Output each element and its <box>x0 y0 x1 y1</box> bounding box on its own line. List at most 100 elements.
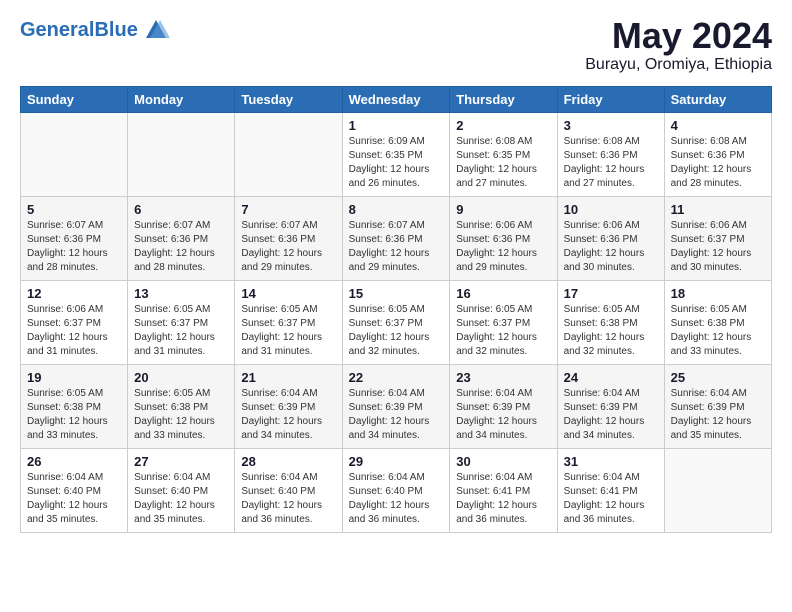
page-container: GeneralBlue May 2024 Burayu, Oromiya, Et… <box>0 0 792 549</box>
calendar-cell: 9 Sunrise: 6:06 AM Sunset: 6:36 PM Daylig… <box>450 196 557 280</box>
calendar-cell: 10Sunrise: 6:06 AM Sunset: 6:36 PM Dayli… <box>557 196 664 280</box>
calendar-header-row: Sunday Monday Tuesday Wednesday Thursday… <box>21 86 772 112</box>
logo-blue: Blue <box>94 19 137 41</box>
calendar-cell: 20Sunrise: 6:05 AM Sunset: 6:38 PM Dayli… <box>128 364 235 448</box>
calendar-cell: 24Sunrise: 6:04 AM Sunset: 6:39 PM Dayli… <box>557 364 664 448</box>
day-info: Sunrise: 6:07 AM Sunset: 6:36 PM Dayligh… <box>349 219 444 275</box>
day-info: Sunrise: 6:07 AM Sunset: 6:36 PM Dayligh… <box>241 219 335 275</box>
day-info: Sunrise: 6:08 AM Sunset: 6:36 PM Dayligh… <box>564 135 658 191</box>
day-info: Sunrise: 6:04 AM Sunset: 6:39 PM Dayligh… <box>349 387 444 443</box>
header-wednesday: Wednesday <box>342 86 450 112</box>
day-info: Sunrise: 6:04 AM Sunset: 6:41 PM Dayligh… <box>456 471 550 527</box>
calendar-cell: 26 Sunrise: 6:04 AM Sunset: 6:40 PM Dayli… <box>21 448 128 532</box>
day-info: Sunrise: 6:05 AM Sunset: 6:38 PM Dayligh… <box>564 303 658 359</box>
calendar-cell: 30 Sunrise: 6:04 AM Sunset: 6:41 PM Dayli… <box>450 448 557 532</box>
day-info: Sunrise: 6:04 AM Sunset: 6:40 PM Dayligh… <box>27 471 121 527</box>
calendar-cell: 19 Sunrise: 6:05 AM Sunset: 6:38 PM Dayli… <box>21 364 128 448</box>
page-subtitle: Burayu, Oromiya, Ethiopia <box>585 56 772 74</box>
page-title: May 2024 <box>585 16 772 56</box>
day-number: 6 <box>134 202 228 217</box>
calendar-cell: 1Sunrise: 6:09 AM Sunset: 6:35 PM Daylig… <box>342 112 450 196</box>
calendar-cell: 25 Sunrise: 6:04 AM Sunset: 6:39 PM Dayli… <box>664 364 771 448</box>
calendar-cell <box>235 112 342 196</box>
day-number: 9 <box>456 202 550 217</box>
calendar-cell: 28 Sunrise: 6:04 AM Sunset: 6:40 PM Dayli… <box>235 448 342 532</box>
day-info: Sunrise: 6:06 AM Sunset: 6:37 PM Dayligh… <box>671 219 765 275</box>
calendar-week-row: 19 Sunrise: 6:05 AM Sunset: 6:38 PM Dayli… <box>21 364 772 448</box>
calendar-cell: 6Sunrise: 6:07 AM Sunset: 6:36 PM Daylig… <box>128 196 235 280</box>
calendar-cell: 17 Sunrise: 6:05 AM Sunset: 6:38 PM Dayli… <box>557 280 664 364</box>
day-number: 27 <box>134 454 228 469</box>
day-number: 25 <box>671 370 765 385</box>
day-number: 5 <box>27 202 121 217</box>
day-number: 23 <box>456 370 550 385</box>
calendar-week-row: 5 Sunrise: 6:07 AM Sunset: 6:36 PM Daylig… <box>21 196 772 280</box>
day-number: 16 <box>456 286 550 301</box>
day-info: Sunrise: 6:04 AM Sunset: 6:39 PM Dayligh… <box>671 387 765 443</box>
calendar-cell: 13 Sunrise: 6:05 AM Sunset: 6:37 PM Dayli… <box>128 280 235 364</box>
calendar-cell: 5 Sunrise: 6:07 AM Sunset: 6:36 PM Daylig… <box>21 196 128 280</box>
calendar-cell: 14 Sunrise: 6:05 AM Sunset: 6:37 PM Dayli… <box>235 280 342 364</box>
day-info: Sunrise: 6:04 AM Sunset: 6:39 PM Dayligh… <box>241 387 335 443</box>
calendar-table: Sunday Monday Tuesday Wednesday Thursday… <box>20 86 772 533</box>
day-info: Sunrise: 6:06 AM Sunset: 6:36 PM Dayligh… <box>456 219 550 275</box>
header-friday: Friday <box>557 86 664 112</box>
day-number: 26 <box>27 454 121 469</box>
logo-text: GeneralBlue <box>20 19 138 42</box>
day-info: Sunrise: 6:04 AM Sunset: 6:40 PM Dayligh… <box>349 471 444 527</box>
day-number: 30 <box>456 454 550 469</box>
day-number: 20 <box>134 370 228 385</box>
calendar-cell: 29 Sunrise: 6:04 AM Sunset: 6:40 PM Dayli… <box>342 448 450 532</box>
header-saturday: Saturday <box>664 86 771 112</box>
calendar-cell: 12Sunrise: 6:06 AM Sunset: 6:37 PM Dayli… <box>21 280 128 364</box>
day-number: 29 <box>349 454 444 469</box>
calendar-cell: 23Sunrise: 6:04 AM Sunset: 6:39 PM Dayli… <box>450 364 557 448</box>
calendar-cell: 31 Sunrise: 6:04 AM Sunset: 6:41 PM Dayli… <box>557 448 664 532</box>
calendar-cell <box>664 448 771 532</box>
calendar-cell <box>21 112 128 196</box>
calendar-cell: 7Sunrise: 6:07 AM Sunset: 6:36 PM Daylig… <box>235 196 342 280</box>
day-info: Sunrise: 6:08 AM Sunset: 6:35 PM Dayligh… <box>456 135 550 191</box>
header-tuesday: Tuesday <box>235 86 342 112</box>
day-number: 14 <box>241 286 335 301</box>
day-number: 13 <box>134 286 228 301</box>
day-number: 21 <box>241 370 335 385</box>
day-info: Sunrise: 6:05 AM Sunset: 6:37 PM Dayligh… <box>349 303 444 359</box>
day-number: 10 <box>564 202 658 217</box>
title-block: May 2024 Burayu, Oromiya, Ethiopia <box>585 16 772 74</box>
calendar-week-row: 12Sunrise: 6:06 AM Sunset: 6:37 PM Dayli… <box>21 280 772 364</box>
calendar-cell: 18Sunrise: 6:05 AM Sunset: 6:38 PM Dayli… <box>664 280 771 364</box>
header-thursday: Thursday <box>450 86 557 112</box>
day-info: Sunrise: 6:09 AM Sunset: 6:35 PM Dayligh… <box>349 135 444 191</box>
day-number: 19 <box>27 370 121 385</box>
day-number: 17 <box>564 286 658 301</box>
calendar-cell: 16Sunrise: 6:05 AM Sunset: 6:37 PM Dayli… <box>450 280 557 364</box>
day-info: Sunrise: 6:04 AM Sunset: 6:40 PM Dayligh… <box>241 471 335 527</box>
day-number: 15 <box>349 286 444 301</box>
calendar-cell: 2 Sunrise: 6:08 AM Sunset: 6:35 PM Daylig… <box>450 112 557 196</box>
day-info: Sunrise: 6:04 AM Sunset: 6:39 PM Dayligh… <box>564 387 658 443</box>
calendar-cell: 3 Sunrise: 6:08 AM Sunset: 6:36 PM Daylig… <box>557 112 664 196</box>
calendar-week-row: 26 Sunrise: 6:04 AM Sunset: 6:40 PM Dayli… <box>21 448 772 532</box>
day-number: 11 <box>671 202 765 217</box>
day-number: 4 <box>671 118 765 133</box>
header-monday: Monday <box>128 86 235 112</box>
header: GeneralBlue May 2024 Burayu, Oromiya, Et… <box>20 16 772 74</box>
logo-general: General <box>20 19 94 41</box>
day-number: 12 <box>27 286 121 301</box>
day-number: 2 <box>456 118 550 133</box>
calendar-cell: 11 Sunrise: 6:06 AM Sunset: 6:37 PM Dayli… <box>664 196 771 280</box>
calendar-week-row: 1Sunrise: 6:09 AM Sunset: 6:35 PM Daylig… <box>21 112 772 196</box>
day-info: Sunrise: 6:05 AM Sunset: 6:37 PM Dayligh… <box>134 303 228 359</box>
calendar-cell: 8Sunrise: 6:07 AM Sunset: 6:36 PM Daylig… <box>342 196 450 280</box>
day-info: Sunrise: 6:05 AM Sunset: 6:38 PM Dayligh… <box>27 387 121 443</box>
day-info: Sunrise: 6:05 AM Sunset: 6:37 PM Dayligh… <box>241 303 335 359</box>
day-number: 28 <box>241 454 335 469</box>
header-sunday: Sunday <box>21 86 128 112</box>
day-number: 3 <box>564 118 658 133</box>
day-info: Sunrise: 6:04 AM Sunset: 6:40 PM Dayligh… <box>134 471 228 527</box>
day-info: Sunrise: 6:04 AM Sunset: 6:41 PM Dayligh… <box>564 471 658 527</box>
day-number: 31 <box>564 454 658 469</box>
day-info: Sunrise: 6:07 AM Sunset: 6:36 PM Dayligh… <box>27 219 121 275</box>
calendar-cell: 4Sunrise: 6:08 AM Sunset: 6:36 PM Daylig… <box>664 112 771 196</box>
